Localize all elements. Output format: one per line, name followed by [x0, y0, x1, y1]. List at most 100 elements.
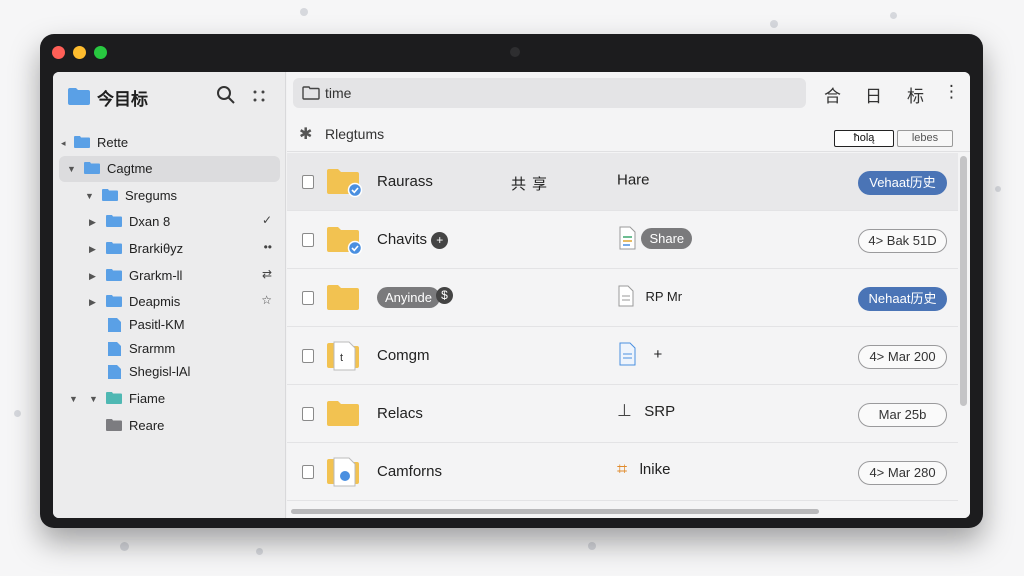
document-icon	[619, 226, 636, 250]
document-icon	[618, 285, 634, 307]
calendar-toolbar-button[interactable]: 日	[865, 82, 882, 107]
star-icon[interactable]: ☆	[261, 293, 272, 307]
row-name: Comgm	[377, 347, 430, 364]
search-icon[interactable]	[216, 85, 236, 110]
date-tag[interactable]: 4> Bak 51D	[858, 229, 947, 253]
sidebar-item[interactable]: ▼ ▼ Fiame	[59, 386, 280, 412]
sidebar-item-label: Srarmm	[129, 341, 176, 356]
row-owner: Hare	[617, 171, 650, 189]
sidebar-item-selected[interactable]: ▼ Cagtme	[59, 156, 280, 182]
folder-icon	[105, 391, 123, 410]
anchor-icon: ⊥	[617, 401, 632, 420]
background-speck	[588, 542, 596, 550]
segment-button-active[interactable]: ħolą	[834, 130, 894, 147]
grid-icon[interactable]	[253, 89, 265, 107]
section-header: ✱ Rlegtums ħolą lebes	[287, 116, 970, 152]
add-badge-icon[interactable]: +	[431, 232, 449, 249]
sidebar: 今目标 ◂ Rette ▼ Cagtme ▼ Sregums ▶ Dxan 8 …	[53, 72, 286, 518]
row-owner: ⌗ lnike	[617, 459, 671, 479]
table-row[interactable]: t Comgm + 4> Mar 200	[287, 327, 958, 385]
background-speck	[300, 8, 308, 16]
row-checkbox[interactable]	[302, 349, 314, 363]
sidebar-item[interactable]: ▼ Sregums	[59, 183, 280, 209]
row-checkbox[interactable]	[302, 465, 314, 479]
table-row[interactable]: Camforns ⌗ lnike 4> Mar 280	[287, 443, 958, 501]
blue-document-icon	[619, 342, 636, 366]
row-checkbox[interactable]	[302, 291, 314, 305]
share-toolbar-button[interactable]: 合	[824, 82, 841, 107]
gear-icon[interactable]: ✱	[299, 124, 312, 144]
chevron-left-icon[interactable]: ◂	[61, 138, 66, 149]
row-owner: ⊥ SRP	[617, 401, 676, 420]
svg-text:t: t	[340, 352, 343, 364]
sidebar-item-label: Deapmis	[129, 294, 181, 309]
app-window: 今目标 ◂ Rette ▼ Cagtme ▼ Sregums ▶ Dxan 8 …	[40, 34, 983, 528]
chevron-right-icon[interactable]: ▶	[89, 244, 96, 255]
row-checkbox[interactable]	[302, 407, 314, 421]
row-name: Anyinde $	[377, 287, 453, 308]
name-pill[interactable]: Anyinde	[377, 287, 440, 308]
horizontal-scrollbar[interactable]	[291, 509, 819, 514]
main-panel: time 合 日 标 ⋮ ✱ Rlegtums ħolą lebes Raura	[287, 72, 970, 518]
row-name: Chavits +	[377, 231, 449, 249]
folder-icon	[325, 398, 365, 435]
chevron-down-icon[interactable]: ▼	[89, 394, 98, 404]
sidebar-item-label: Brarkiθyz	[129, 241, 184, 256]
folder-icon	[105, 294, 123, 313]
sidebar-item[interactable]: Shegisl-lAl	[59, 359, 280, 385]
dollar-badge-icon: $	[435, 287, 453, 304]
tag-toolbar-button[interactable]: 标	[907, 82, 924, 107]
sidebar-item-label: Cagtme	[107, 161, 153, 176]
vertical-scrollbar[interactable]	[960, 156, 967, 406]
sidebar-item[interactable]: ▶ Brarkiθyz ••	[59, 236, 280, 262]
history-tag[interactable]: Nehaat历史	[858, 287, 947, 311]
sidebar-item-label: Pasitl-KM	[129, 317, 185, 332]
date-tag[interactable]: 4> Mar 280	[858, 461, 947, 485]
folder-icon	[105, 241, 123, 260]
zoom-window-button[interactable]	[94, 46, 107, 59]
chevron-right-icon[interactable]: ▶	[89, 217, 96, 228]
chevron-down-icon[interactable]: ▼	[69, 394, 78, 404]
sidebar-item[interactable]: ▶ Dxan 8 ✓	[59, 209, 280, 235]
shared-file-icon	[325, 456, 365, 493]
background-speck	[120, 542, 129, 551]
sidebar-item-label: Fiame	[129, 391, 166, 406]
sidebar-item[interactable]: ◂ Rette	[59, 130, 280, 156]
folder-icon	[105, 418, 123, 437]
chevron-right-icon[interactable]: ▶	[89, 271, 96, 282]
segment-button[interactable]: lebes	[897, 130, 953, 147]
folder-icon	[101, 188, 119, 207]
sidebar-header: 今目标	[53, 72, 285, 118]
close-window-button[interactable]	[52, 46, 65, 59]
table-row[interactable]: Anyinde $ RP Mr Nehaat历史	[287, 269, 958, 327]
shared-folder-icon	[325, 166, 365, 203]
table-row[interactable]: Raurass 共享 Hare Vehaat历史	[287, 153, 958, 211]
history-tag[interactable]: Vehaat历史	[858, 171, 947, 195]
minimize-window-button[interactable]	[73, 46, 86, 59]
folder-icon	[105, 214, 123, 233]
date-tag[interactable]: Mar 25b	[858, 403, 947, 427]
row-name: Relacs	[377, 405, 423, 422]
sidebar-item-label: Reare	[129, 418, 165, 433]
chevron-down-icon[interactable]: ▼	[85, 191, 94, 201]
table-row[interactable]: Chavits + Share 4> Bak 51D	[287, 211, 958, 269]
sidebar-item[interactable]: Pasitl-KM	[59, 312, 280, 338]
chevron-right-icon[interactable]: ▶	[89, 297, 96, 308]
file-icon	[105, 364, 123, 385]
sidebar-item[interactable]: ▶ Grarkm-ll ⇄	[59, 263, 280, 289]
chevron-down-icon[interactable]: ▼	[67, 164, 76, 174]
row-owner: RP Mr	[617, 285, 682, 307]
more-menu-button[interactable]: ⋮	[943, 82, 960, 102]
path-bar[interactable]: time	[293, 78, 806, 108]
checkmark-icon: ✓	[261, 213, 272, 227]
row-checkbox[interactable]	[302, 233, 314, 247]
date-tag[interactable]: 4> Mar 200	[858, 345, 947, 369]
table-row[interactable]: Relacs ⊥ SRP Mar 25b	[287, 385, 958, 443]
section-title: Rlegtums	[325, 126, 385, 142]
folder-icon	[83, 161, 101, 180]
more-icon[interactable]: ••	[264, 240, 272, 254]
row-checkbox[interactable]	[302, 175, 314, 189]
sync-icon[interactable]: ⇄	[262, 267, 272, 281]
sidebar-item[interactable]: Reare	[59, 413, 280, 439]
share-pill[interactable]: Share	[641, 227, 693, 249]
